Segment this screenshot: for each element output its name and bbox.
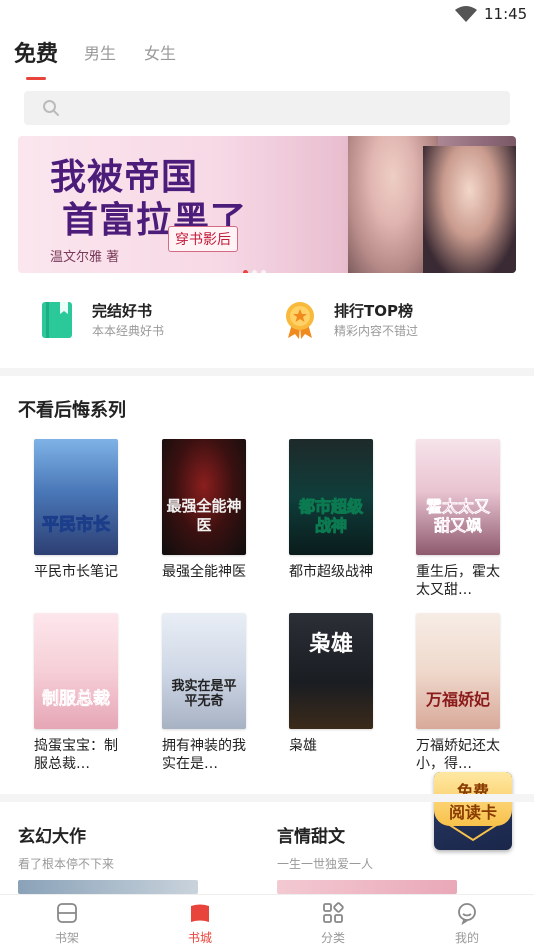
book-cover-title: 最强全能神医	[166, 497, 242, 534]
promo-banner[interactable]: 我被帝国 首富拉黑了 穿书影后 温文尔雅 著	[18, 136, 516, 273]
book-title: 捣蛋宝宝：制服总裁…	[34, 738, 118, 772]
book-item[interactable]: 制服总裁 捣蛋宝宝：制服总裁…	[34, 613, 124, 773]
shortcut-title: 完结好书	[92, 302, 153, 320]
nav-label: 书架	[54, 931, 79, 945]
ad-line2: 阅读卡	[448, 803, 497, 822]
book-icon	[42, 302, 72, 338]
book-item[interactable]: 平民市长 平民市长笔记	[34, 439, 124, 599]
bookshelf-icon	[57, 903, 77, 923]
book-title: 拥有神装的我实在是…	[162, 738, 246, 772]
search-input[interactable]	[70, 91, 490, 125]
search-bar[interactable]	[24, 91, 510, 125]
envelope-icon	[448, 824, 498, 842]
category-thumbnail[interactable]	[277, 880, 457, 894]
book-cover-title: 枭雄	[308, 632, 353, 657]
book-cover-title: 我实在是平平无奇	[171, 679, 237, 709]
book-item[interactable]: 最强全能神医 最强全能神医	[162, 439, 252, 599]
nav-profile[interactable]: 我的	[427, 901, 507, 946]
book-cover: 平民市长	[34, 439, 118, 555]
nav-bookshelf[interactable]: 书架	[27, 901, 107, 946]
book-cover: 最强全能神医	[162, 439, 246, 555]
rank-medal-icon	[286, 302, 314, 339]
banner-pager	[243, 260, 270, 273]
book-title: 都市超级战神	[289, 564, 373, 580]
shortcut-finished-books[interactable]: 完结好书 本本经典好书	[40, 298, 280, 348]
shortcut-title: 排行TOP榜	[334, 302, 413, 320]
book-title: 万福娇妃还太小，得…	[416, 738, 500, 772]
book-cover: 我实在是平平无奇	[162, 613, 246, 729]
banner-dot	[261, 270, 266, 273]
category-subtitle: 一生一世独爱一人	[277, 857, 374, 871]
book-item[interactable]: 枭雄 枭雄	[289, 613, 379, 773]
book-cover: 枭雄	[289, 613, 373, 729]
tab-free[interactable]: 免费	[14, 36, 58, 68]
search-icon	[43, 100, 59, 116]
wifi-icon	[455, 6, 477, 22]
book-item[interactable]: 万福娇妃 万福娇妃还太小，得…	[416, 613, 506, 773]
book-title: 最强全能神医	[162, 564, 246, 580]
nav-category[interactable]: 分类	[293, 901, 373, 946]
book-cover-title: 都市超级战神	[298, 497, 363, 536]
nav-bookstore[interactable]: 书城	[160, 901, 240, 946]
banner-figure-man	[423, 146, 516, 273]
book-cover: 霍太太又甜又飒	[416, 439, 500, 555]
category-icon	[323, 902, 344, 923]
tab-female[interactable]: 女生	[144, 40, 176, 64]
section-divider	[0, 368, 534, 376]
shortcuts: 完结好书 本本经典好书 排行TOP榜 精彩内容不错过	[0, 290, 534, 360]
section-title: 不看后悔系列	[18, 400, 126, 421]
status-bar: 11:45	[0, 0, 534, 30]
book-title: 平民市长笔记	[34, 564, 118, 580]
nav-label: 我的	[454, 931, 479, 945]
bookstore-icon	[191, 904, 209, 922]
category-subtitle: 看了根本停不下来	[18, 857, 115, 871]
book-item[interactable]: 我实在是平平无奇 拥有神装的我实在是…	[162, 613, 252, 773]
category-title: 玄幻大作	[18, 827, 86, 847]
shortcut-subtitle: 本本经典好书	[92, 324, 165, 338]
active-tab-indicator	[26, 77, 46, 80]
free-reading-card-ad[interactable]: 免费 阅读卡	[434, 772, 512, 850]
book-cover-title: 平民市长	[42, 515, 111, 535]
category-thumbnail[interactable]	[18, 880, 198, 894]
book-cover: 都市超级战神	[289, 439, 373, 555]
book-title: 重生后，霍太太又甜…	[416, 564, 500, 598]
book-item[interactable]: 霍太太又甜又飒 重生后，霍太太又甜…	[416, 439, 506, 599]
book-cover: 万福娇妃	[416, 613, 500, 729]
banner-dot	[252, 270, 257, 273]
shortcut-subtitle: 精彩内容不错过	[334, 324, 419, 338]
book-cover: 制服总裁	[34, 613, 118, 729]
profile-icon	[458, 903, 476, 925]
bottom-nav: 书架 书城 分类 我的	[0, 894, 534, 949]
top-tabs: 免费 男生 女生	[0, 36, 534, 86]
section-divider	[0, 794, 534, 802]
book-item[interactable]: 都市超级战神 都市超级战神	[289, 439, 379, 599]
book-cover-title: 霍太太又甜又飒	[425, 497, 491, 536]
status-time: 11:45	[484, 5, 528, 23]
category-fantasy[interactable]: 玄幻大作 看了根本停不下来	[18, 822, 114, 872]
category-romance[interactable]: 言情甜文 一生一世独爱一人	[277, 822, 373, 872]
nav-label: 书城	[187, 931, 212, 945]
book-cover-title: 万福娇妃	[425, 690, 490, 709]
category-title: 言情甜文	[277, 827, 345, 847]
nav-label: 分类	[320, 931, 345, 945]
banner-subtitle: 穿书影后	[168, 226, 238, 252]
banner-author: 温文尔雅 著	[50, 250, 120, 265]
book-title: 枭雄	[289, 738, 317, 754]
shortcut-top-ranking[interactable]: 排行TOP榜 精彩内容不错过	[282, 298, 522, 348]
tab-male[interactable]: 男生	[84, 40, 116, 64]
banner-dot	[243, 270, 248, 273]
book-cover-title: 制服总裁	[42, 689, 111, 709]
